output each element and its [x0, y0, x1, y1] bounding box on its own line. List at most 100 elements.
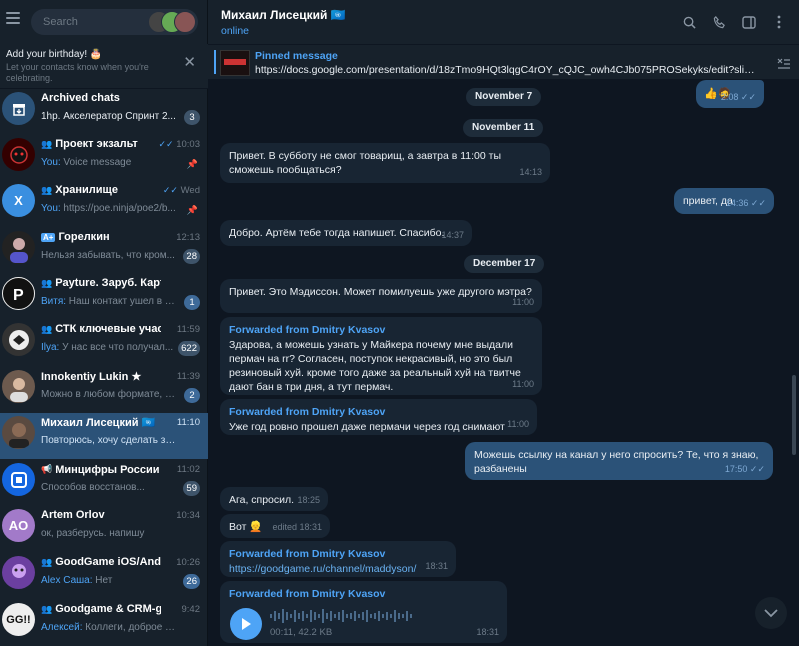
- group-icon: 👥: [41, 184, 53, 195]
- chat-item-active[interactable]: Михаил Лисецкий 🇺🇳 11:10 Повторюсь, хочу…: [0, 413, 208, 459]
- message-incoming[interactable]: Привет. Это Мэдиссон. Может помилуешь уж…: [220, 279, 542, 313]
- message-incoming[interactable]: Вот 👱 edited 18:31: [220, 514, 330, 538]
- message-text: Уже год ровно прошел даже пермачи через …: [229, 421, 505, 433]
- contact-status: online: [221, 25, 250, 37]
- chat-item[interactable]: 👥GoodGame iOS/Android 10:26 Alex Саша: Н…: [0, 553, 208, 599]
- group-icon: 👥: [41, 556, 53, 567]
- sidebar-topbar: [0, 0, 208, 44]
- scroll-down-button[interactable]: [755, 597, 787, 629]
- message-text: Вот 👱: [229, 521, 263, 533]
- conversation-header[interactable]: Михаил Лисецкий 🇺🇳 online: [208, 0, 799, 44]
- chat-preview: Можно в любом формате, х...: [41, 389, 176, 400]
- chat-preview: You: Voice message: [41, 157, 132, 168]
- message-text: Ага, спросил.: [229, 494, 295, 506]
- forwarded-from[interactable]: Forwarded from Dmitry Kvasov: [229, 323, 533, 337]
- group-icon: 👥: [41, 603, 53, 614]
- message-text: Здарова, а можешь узнать у Майкера почем…: [229, 339, 521, 393]
- message-incoming[interactable]: Добро. Артём тебе тогда напишет. Спасибо…: [220, 220, 472, 246]
- menu-icon[interactable]: [6, 12, 20, 26]
- message-time: 11:00: [507, 419, 529, 429]
- group-icon: 👥: [41, 138, 53, 149]
- chat-time: 10:34: [176, 510, 200, 521]
- chat-name: 👥 Хранилище: [41, 184, 118, 196]
- chat-preview: Способов восстанов...: [41, 482, 145, 493]
- forwarded-from[interactable]: Forwarded from Dmitry Kvasov: [229, 405, 528, 419]
- message-outgoing[interactable]: 👍🧔 2:08 ✓✓: [696, 80, 764, 108]
- voice-waveform[interactable]: [270, 608, 450, 624]
- search-icon[interactable]: [681, 14, 697, 30]
- message-incoming[interactable]: Привет. В субботу не смог товарищ, а зав…: [220, 143, 550, 183]
- message-forwarded[interactable]: Forwarded from Dmitry Kvasov https://goo…: [220, 541, 456, 577]
- unread-badge: 59: [183, 481, 200, 496]
- chat-name: Artem Orlov: [41, 509, 105, 521]
- phone-icon[interactable]: [711, 14, 727, 30]
- date-separator: November 7: [466, 88, 542, 106]
- birthday-title: Add your birthday! 🎂: [6, 49, 103, 60]
- pinned-thumbnail: [220, 50, 250, 76]
- avatar: [2, 463, 35, 496]
- message-time: 14:13: [519, 167, 542, 177]
- chat-time: ✓✓ Wed: [162, 185, 200, 196]
- chat-name: 👥 Проект экзальт: [41, 138, 138, 150]
- chat-preview: Alex Саша: Нет: [41, 575, 113, 586]
- chat-preview: Нельзя забывать, что кром...: [41, 250, 175, 261]
- chat-item[interactable]: GG!! 👥Goodgame & CRM-group 9:42 Алексей:…: [0, 600, 208, 646]
- message-time: 17:50 ✓✓: [724, 464, 765, 474]
- close-icon[interactable]: ✕: [183, 53, 196, 71]
- chat-name: 👥СТК ключевые участн...: [41, 323, 161, 335]
- chat-preview: 1hp. Акселератор Спринт 2...: [41, 111, 176, 122]
- group-icon: 👥: [41, 323, 53, 334]
- svg-text:P: P: [13, 287, 24, 304]
- chat-item-archived[interactable]: Archived chats 1hp. Акселератор Спринт 2…: [0, 89, 208, 135]
- message-link[interactable]: https://goodgame.ru/channel/maddyson/: [229, 563, 416, 575]
- unread-badge: 622: [178, 341, 200, 356]
- chat-item[interactable]: P 👥Payture. Заруб. Карты... Витя: Наш ко…: [0, 274, 208, 320]
- birthday-banner[interactable]: Add your birthday! 🎂 Let your contacts k…: [0, 44, 208, 89]
- chat-item[interactable]: 👥 Проект экзальт ✓✓ 10:03 You: Voice mess…: [0, 135, 208, 181]
- message-text: Можешь ссылку на канал у него спросить? …: [474, 449, 759, 475]
- more-icon[interactable]: [771, 14, 787, 30]
- avatar: [2, 323, 35, 356]
- chat-item[interactable]: 👥СТК ключевые участн... 11:59 Ilya: У на…: [0, 320, 208, 366]
- chat-name: Михаил Лисецкий 🇺🇳: [41, 417, 156, 429]
- message-voice[interactable]: Forwarded from Dmitry Kvasov 00:11, 42.2…: [220, 581, 507, 643]
- chevron-down-icon: [764, 608, 778, 617]
- message-time: 18:25: [297, 495, 320, 505]
- message-time: 2:08 ✓✓: [720, 92, 756, 102]
- unread-badge: 28: [183, 249, 200, 264]
- chat-item[interactable]: A+ Горелкин 12:13 Нельзя забывать, что кр…: [0, 228, 208, 274]
- forwarded-from[interactable]: Forwarded from Dmitry Kvasov: [229, 587, 498, 601]
- message-outgoing[interactable]: привет, да 14:36 ✓✓: [674, 188, 774, 214]
- scrollbar[interactable]: [792, 375, 796, 455]
- conversation-panel: Михаил Лисецкий 🇺🇳 online Pinned message…: [208, 0, 799, 646]
- chat-name: 📢 Минцифры России ✔: [41, 464, 161, 476]
- chat-item[interactable]: AO Artem Orlov 10:34 ок, разберусь. напи…: [0, 506, 208, 552]
- chat-item[interactable]: Innokentiy Lukin ★ 11:39 Можно в любом ф…: [0, 367, 208, 413]
- chat-item[interactable]: X 👥 Хранилище ✓✓ Wed You: https://poe.nin…: [0, 181, 208, 227]
- message-forwarded[interactable]: Forwarded from Dmitry Kvasov Здарова, а …: [220, 317, 542, 395]
- forwarded-from[interactable]: Forwarded from Dmitry Kvasov: [229, 547, 447, 561]
- chat-list-panel: Add your birthday! 🎂 Let your contacts k…: [0, 0, 208, 646]
- search-input[interactable]: [43, 14, 143, 30]
- chat-item[interactable]: 📢 Минцифры России ✔ 11:02 Способов восста…: [0, 460, 208, 506]
- message-outgoing[interactable]: Можешь ссылку на канал у него спросить? …: [465, 442, 773, 480]
- chat-time: 11:59: [176, 324, 200, 335]
- contact-name[interactable]: Михаил Лисецкий 🇺🇳: [221, 8, 346, 22]
- story-avatar[interactable]: [174, 11, 196, 33]
- message-text: Добро. Артём тебе тогда напишет. Спасибо…: [229, 227, 445, 239]
- sidebar-toggle-icon[interactable]: [741, 14, 757, 30]
- megaphone-icon: 📢: [41, 464, 53, 474]
- message-forwarded[interactable]: Forwarded from Dmitry Kvasov Уже год ров…: [220, 399, 537, 435]
- play-icon[interactable]: [230, 608, 262, 640]
- avatar: [2, 556, 35, 589]
- group-icon: 👥: [41, 277, 53, 288]
- message-time: 14:36 ✓✓: [725, 198, 766, 208]
- chat-time: 11:39: [176, 371, 200, 382]
- chat-preview: You: https://poe.ninja/poe2/b...: [41, 203, 176, 214]
- story-avatars[interactable]: [148, 11, 196, 33]
- pinned-message-bar[interactable]: Pinned message https://docs.google.com/p…: [208, 44, 799, 79]
- pin-list-icon[interactable]: [775, 56, 791, 73]
- search-box[interactable]: [31, 9, 198, 35]
- message-incoming[interactable]: Ага, спросил. 18:25: [220, 487, 328, 511]
- unread-badge: 26: [183, 574, 200, 589]
